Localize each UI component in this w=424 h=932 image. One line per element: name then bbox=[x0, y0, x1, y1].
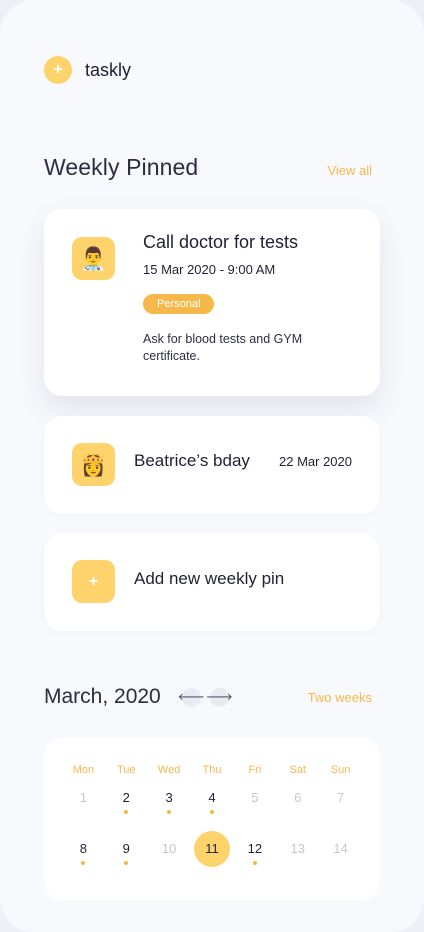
plus-icon: + bbox=[72, 560, 115, 603]
pin-card-bday[interactable]: 👸 Beatrice’s bday 22 Mar 2020 bbox=[44, 416, 380, 514]
pin-datetime: 15 Mar 2020 - 9:00 AM bbox=[143, 262, 276, 277]
logo-icon: + bbox=[44, 56, 72, 84]
day-number: 5 bbox=[251, 790, 259, 805]
day-number: 7 bbox=[336, 790, 345, 805]
pin-title: Beatrice’s bday bbox=[134, 451, 250, 470]
event-dot bbox=[209, 810, 214, 814]
calendar-day-selected[interactable]: 11 bbox=[191, 831, 234, 890]
tag-badge: Personal bbox=[143, 294, 215, 314]
section-title-weekly: Weekly Pinned bbox=[44, 154, 199, 180]
calendar-header: March, 2020 🡐 🡒 Two weeks bbox=[44, 685, 372, 709]
day-number: 6 bbox=[294, 790, 302, 805]
pin-card-doctor[interactable]: 👨‍⚕️ Call doctor for tests 15 Mar 2020 -… bbox=[44, 209, 380, 396]
weekly-pinned-header: Weekly Pinned View all bbox=[44, 154, 372, 181]
pin-date: 22 Mar 2020 bbox=[279, 454, 352, 469]
calendar-card: Mon Tue Wed Thu Fri Sat Sun 1 2 3 4 5 6 7 8 9 10 11 12 13 14 bbox=[44, 738, 380, 900]
calendar-day[interactable]: 14 bbox=[319, 839, 362, 890]
add-weekly-pin-card[interactable]: + Add new weekly pin bbox=[44, 533, 380, 631]
pin-description: Ask for blood tests and GYM certificate. bbox=[143, 332, 303, 363]
month-title: March, 2020 bbox=[44, 685, 161, 708]
calendar-day[interactable]: 9 bbox=[105, 839, 148, 890]
day-number: 13 bbox=[290, 841, 305, 856]
princess-icon: 👸 bbox=[72, 443, 115, 486]
day-number: 14 bbox=[333, 841, 348, 856]
doctor-icon: 👨‍⚕️ bbox=[72, 237, 115, 280]
calendar-day[interactable]: 12 bbox=[233, 839, 276, 890]
app-header: + taskly bbox=[44, 56, 131, 84]
add-weekly-pin-label: Add new weekly pin bbox=[134, 569, 285, 588]
day-number: 11 bbox=[193, 831, 230, 867]
phone-screen: + taskly Weekly Pinned View all 👨‍⚕️ Cal… bbox=[0, 0, 424, 932]
day-number: 1 bbox=[79, 790, 88, 805]
pin-title: Call doctor for tests bbox=[143, 232, 299, 252]
calendar-grid: Mon Tue Wed Thu Fri Sat Sun 1 2 3 4 5 6 7 8 9 10 11 12 13 14 bbox=[62, 764, 362, 890]
event-dot bbox=[252, 861, 257, 865]
two-weeks-link[interactable]: Two weeks bbox=[308, 690, 372, 705]
calendar-day[interactable]: 10 bbox=[148, 839, 191, 890]
calendar-day[interactable]: 8 bbox=[62, 839, 105, 890]
next-month-arrow-icon[interactable]: 🡒 bbox=[206, 687, 233, 707]
calendar-day[interactable]: 13 bbox=[276, 839, 319, 890]
day-number: 10 bbox=[161, 841, 177, 856]
view-all-link[interactable]: View all bbox=[327, 163, 372, 178]
app-name: taskly bbox=[85, 59, 132, 80]
month-nav: March, 2020 🡐 🡒 bbox=[44, 685, 233, 709]
prev-month-arrow-icon[interactable]: 🡐 bbox=[178, 687, 205, 707]
